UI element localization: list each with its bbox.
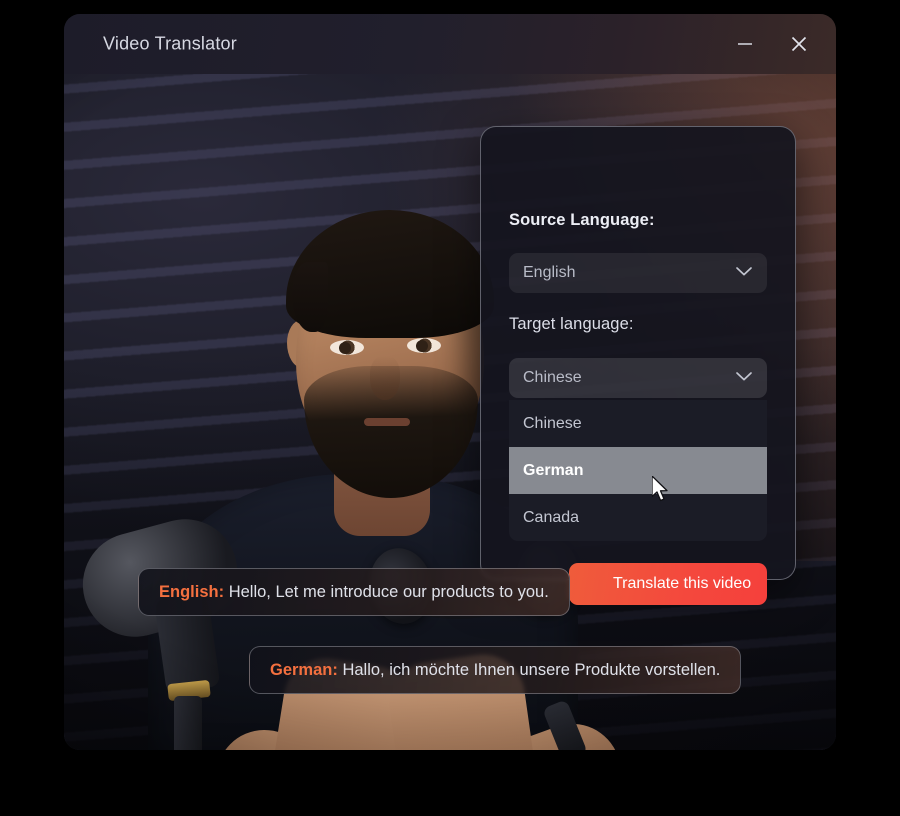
caption-english: English: Hello, Let me introduce our pro… — [138, 568, 570, 616]
source-language-select[interactable]: English — [509, 253, 767, 293]
source-language-value: English — [523, 264, 576, 281]
target-language-select[interactable]: Chinese — [509, 358, 767, 398]
target-language-value: Chinese — [523, 369, 582, 386]
caption-german: German: Hallo, ich möchte Ihnen unsere P… — [249, 646, 742, 694]
close-icon — [791, 36, 807, 52]
minimize-icon — [738, 43, 752, 45]
caption-english-text: Hello, Let me introduce our products to … — [228, 583, 549, 601]
app-window: Video Translator Source Language: Englis… — [64, 14, 836, 750]
minimize-button[interactable] — [728, 27, 762, 61]
translate-video-button[interactable]: Translate this video — [569, 563, 767, 605]
title-bar: Video Translator — [64, 14, 836, 74]
caption-german-text: Hallo, ich möchte Ihnen unsere Produkte … — [342, 661, 721, 679]
window-title: Video Translator — [103, 33, 237, 54]
chevron-down-icon — [735, 264, 753, 282]
dropdown-option-canada[interactable]: Canada — [509, 494, 767, 541]
person-nose — [370, 356, 400, 400]
source-language-label: Source Language: — [509, 211, 655, 229]
video-player-area[interactable]: Source Language: English Target language… — [64, 74, 836, 750]
person-eye-right — [407, 338, 441, 353]
person-eye-left — [330, 340, 364, 355]
chevron-down-icon — [735, 369, 753, 387]
dropdown-option-german[interactable]: German — [509, 447, 767, 494]
close-button[interactable] — [782, 27, 816, 61]
target-language-label: Target language: — [509, 315, 634, 333]
caption-english-language: English: — [159, 583, 225, 601]
caption-german-language: German: — [270, 661, 338, 679]
microphone-stand — [174, 696, 202, 750]
dropdown-option-chinese[interactable]: Chinese — [509, 400, 767, 447]
target-language-dropdown[interactable]: Chinese German Canada — [509, 400, 767, 541]
person-mouth — [364, 418, 410, 426]
person-hair — [286, 210, 494, 338]
settings-panel: Source Language: English Target language… — [480, 126, 796, 605]
